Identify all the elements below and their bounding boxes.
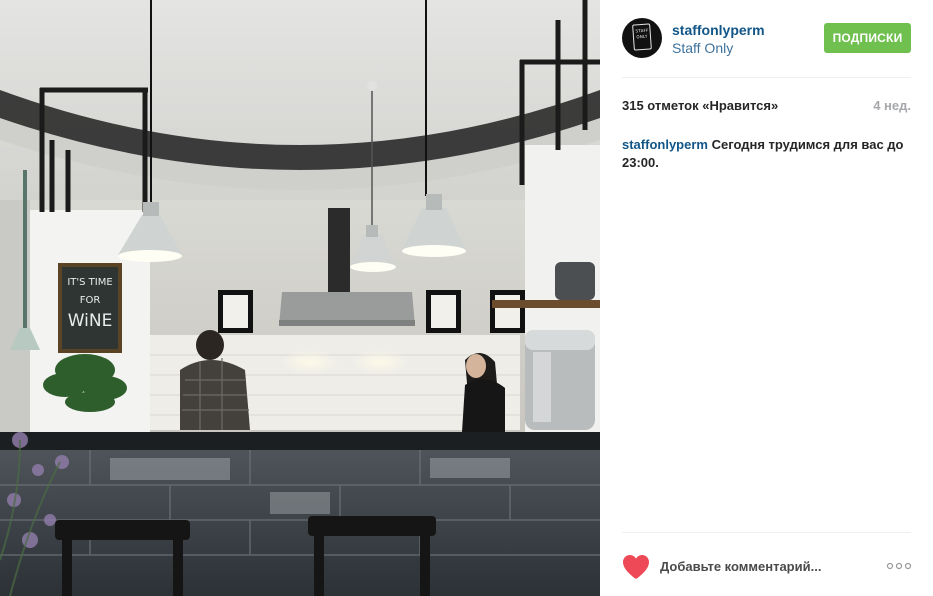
more-options-button[interactable] — [886, 557, 912, 575]
more-options-icon — [886, 562, 912, 570]
footer-divider — [622, 532, 911, 533]
comment-input[interactable] — [660, 555, 860, 577]
sign-line-1: IT'S TIME — [67, 277, 112, 288]
avatar-logo-text: STAFF ONLY — [635, 27, 649, 40]
post-time[interactable]: 4 нед. — [873, 98, 911, 113]
post-photo[interactable]: IT'S TIME FOR WiNE — [0, 0, 600, 596]
post-header: STAFF ONLY staffonlyperm Staff Only Подп… — [622, 18, 912, 60]
caption-username-link[interactable]: staffonlyperm — [622, 137, 708, 152]
username-link[interactable]: staffonlyperm — [672, 22, 765, 38]
post-sidebar: STAFF ONLY staffonlyperm Staff Only Подп… — [600, 0, 933, 596]
sign-line-3: WiNE — [68, 311, 113, 331]
sign-line-2: FOR — [80, 295, 101, 306]
heart-icon[interactable] — [622, 554, 650, 580]
full-name: Staff Only — [672, 40, 734, 56]
cafe-kitchen-photo: IT'S TIME FOR WiNE — [0, 0, 600, 596]
instagram-post: IT'S TIME FOR WiNE STAFF ONLY staffonlyp… — [0, 0, 933, 596]
likes-count[interactable]: 315 отметок «Нравится» — [622, 98, 778, 113]
comment-bar — [622, 552, 912, 582]
caption: staffonlyperm Сегодня трудимся для вас д… — [622, 136, 912, 172]
following-button[interactable]: Подписки — [824, 23, 911, 53]
header-divider — [622, 77, 911, 78]
avatar-logo: STAFF ONLY — [632, 23, 652, 51]
avatar[interactable]: STAFF ONLY — [622, 18, 662, 58]
